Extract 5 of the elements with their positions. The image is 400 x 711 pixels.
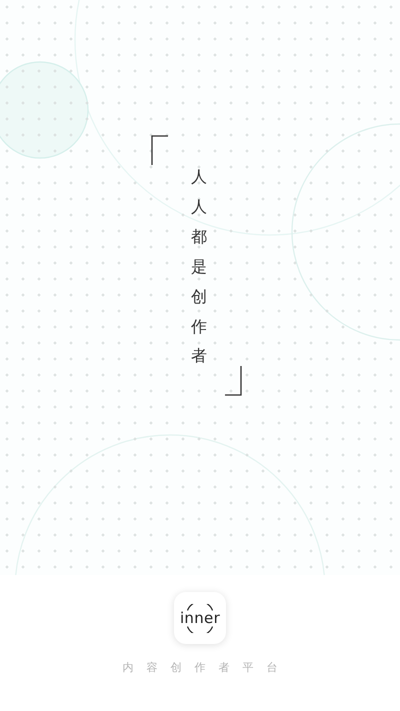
tagline: 内容创作者平台 xyxy=(122,660,290,675)
corner-bracket xyxy=(151,135,168,165)
app-logo: inner xyxy=(174,592,226,644)
corner-bracket xyxy=(225,366,242,396)
slogan: 人人都是创作者 xyxy=(191,166,207,368)
